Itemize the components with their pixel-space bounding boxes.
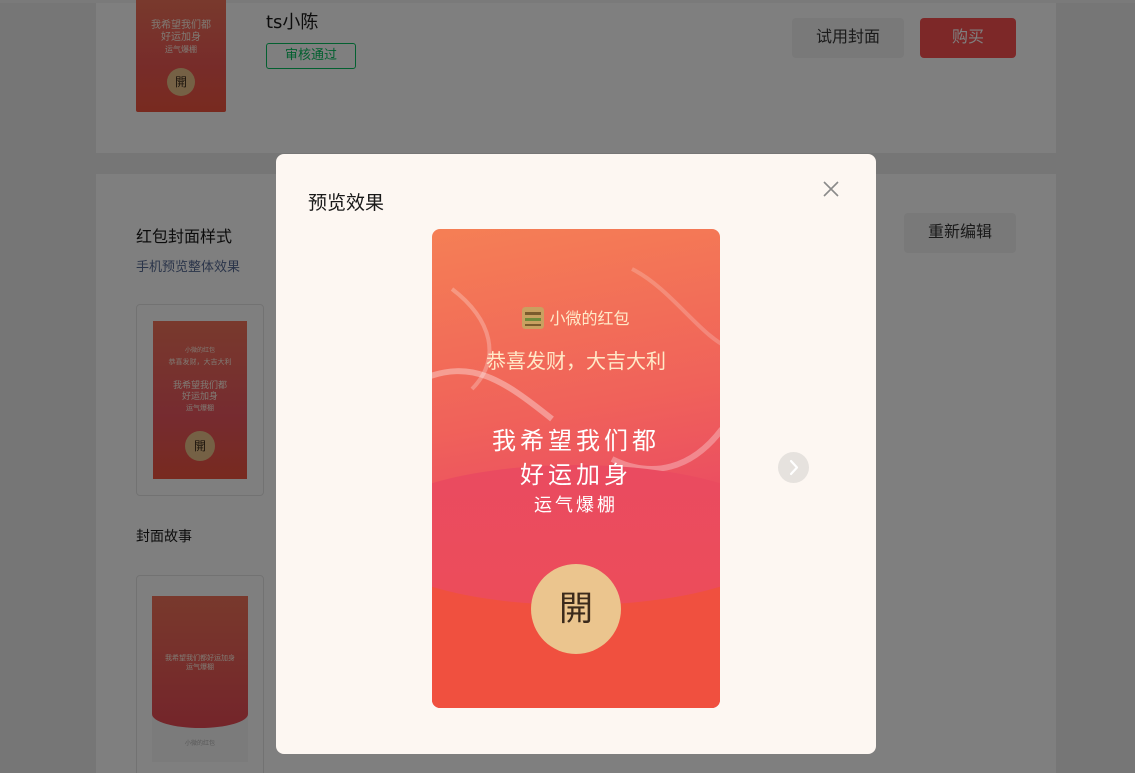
chevron-right-icon xyxy=(789,459,799,476)
avatar-icon xyxy=(522,307,545,329)
blessing-text: 恭喜发财，大吉大利 xyxy=(486,349,666,373)
close-icon[interactable] xyxy=(822,180,840,198)
sender-line: 小微的红包 xyxy=(432,305,720,329)
red-packet-cover: 小微的红包 恭喜发财，大吉大利 我希望我们都 好运加身 运气爆棚 開 xyxy=(432,229,720,708)
next-button[interactable] xyxy=(778,452,809,483)
message-line-3: 运气爆棚 xyxy=(534,495,618,516)
preview-modal: 预览效果 小微的红包 恭喜发财，大吉大利 我希望我们都 好运加身 运气爆棚 開 xyxy=(276,154,876,754)
sender-name: 小微的红包 xyxy=(549,309,630,328)
message-line-2: 好运加身 xyxy=(520,461,632,489)
message-line-1: 我希望我们都 xyxy=(492,427,660,455)
open-button[interactable]: 開 xyxy=(531,564,621,654)
modal-title: 预览效果 xyxy=(308,192,385,214)
